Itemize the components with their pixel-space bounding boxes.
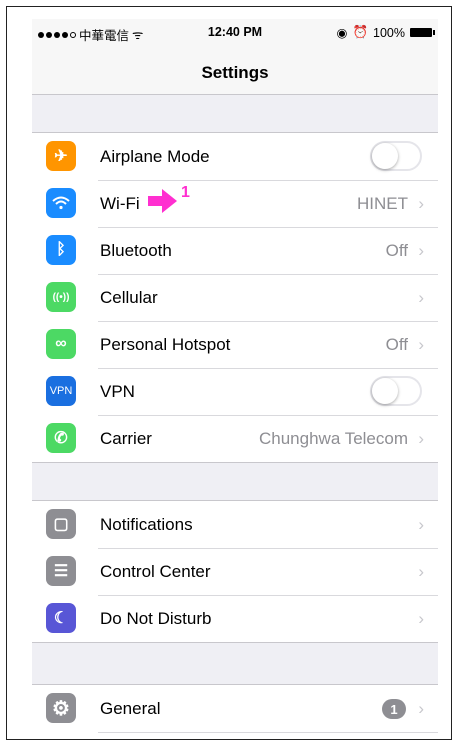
- screenshot-frame: 中華電信 ᯤ 12:40 PM ◉ ⏰ 100% Settings ✈ Airp…: [6, 6, 452, 740]
- chevron-right-icon: ›: [418, 194, 424, 213]
- wifi-network-value: HINET: [357, 194, 408, 213]
- row-label: Carrier: [100, 429, 152, 448]
- settings-row-vpn[interactable]: VPN VPN: [32, 368, 438, 415]
- settings-group-general: ⚙ General 1 ›: [32, 684, 438, 739]
- hotspot-icon: ∞: [46, 329, 76, 359]
- settings-row-wifi[interactable]: Wi-Fi 1 HINET ›: [32, 180, 438, 227]
- settings-row-general[interactable]: ⚙ General 1 ›: [32, 685, 438, 732]
- toggle-knob: [372, 143, 398, 169]
- row-label: General: [100, 699, 161, 718]
- bluetooth-icon: ᛒ: [46, 235, 76, 265]
- control-center-icon: ☰: [46, 556, 76, 586]
- chevron-right-icon: ›: [418, 609, 424, 628]
- settings-row-do-not-disturb[interactable]: ☾ Do Not Disturb ›: [32, 595, 438, 642]
- navigation-bar: Settings: [32, 45, 438, 95]
- airplane-icon: ✈: [46, 141, 76, 171]
- row-label: Notifications: [100, 515, 193, 534]
- moon-icon: ☾: [46, 603, 76, 633]
- toggle-knob: [372, 378, 398, 404]
- settings-group-system: ▢ Notifications › ☰ Control Center › ☾ D…: [32, 500, 438, 643]
- chevron-right-icon: ›: [418, 288, 424, 307]
- airplane-mode-toggle[interactable]: [370, 141, 422, 171]
- settings-row-control-center[interactable]: ☰ Control Center ›: [32, 548, 438, 595]
- phone-icon: ✆: [46, 423, 76, 453]
- settings-row-notifications[interactable]: ▢ Notifications ›: [32, 501, 438, 548]
- location-icon: ◉: [336, 26, 348, 40]
- chevron-right-icon: ›: [418, 241, 424, 260]
- wifi-glyph: [52, 196, 70, 210]
- settings-row-bluetooth[interactable]: ᛒ Bluetooth Off ›: [32, 227, 438, 274]
- alarm-icon: ⏰: [352, 25, 369, 39]
- annotation-marker: 1: [148, 184, 190, 214]
- row-label: Cellular: [100, 288, 158, 307]
- row-label: Do Not Disturb: [100, 609, 212, 628]
- phone-screen: 中華電信 ᯤ 12:40 PM ◉ ⏰ 100% Settings ✈ Airp…: [32, 19, 438, 739]
- settings-row-cellular[interactable]: ((•)) Cellular ›: [32, 274, 438, 321]
- chevron-right-icon: ›: [418, 429, 424, 448]
- battery-percent: 100%: [373, 25, 405, 40]
- row-label: Bluetooth: [100, 241, 172, 260]
- row-label: Control Center: [100, 562, 211, 581]
- chevron-right-icon: ›: [418, 515, 424, 534]
- cellular-icon: ((•)): [46, 282, 76, 312]
- chevron-right-icon: ›: [418, 699, 424, 718]
- gear-icon: ⚙: [46, 693, 76, 723]
- status-bar: 中華電信 ᯤ 12:40 PM ◉ ⏰ 100%: [32, 19, 438, 45]
- annotation-number: 1: [181, 184, 190, 201]
- vpn-toggle[interactable]: [370, 376, 422, 406]
- chevron-right-icon: ›: [418, 562, 424, 581]
- battery-icon: [410, 28, 435, 37]
- update-badge: 1: [382, 699, 406, 719]
- chevron-right-icon: ›: [418, 335, 424, 354]
- settings-row-airplane[interactable]: ✈ Airplane Mode: [32, 133, 438, 180]
- settings-row-partial[interactable]: [32, 732, 438, 739]
- page-title: Settings: [201, 63, 269, 82]
- row-label: VPN: [100, 382, 135, 401]
- magenta-arrow-icon: [148, 189, 177, 213]
- wifi-icon: [46, 188, 76, 218]
- notifications-icon: ▢: [46, 509, 76, 539]
- bluetooth-value: Off: [385, 241, 408, 260]
- vpn-icon: VPN: [46, 376, 76, 406]
- hotspot-value: Off: [385, 335, 408, 354]
- carrier-value: Chunghwa Telecom: [259, 429, 408, 448]
- settings-group-connectivity: ✈ Airplane Mode Wi-Fi 1 HINET › ᛒ Blueto…: [32, 132, 438, 463]
- settings-row-hotspot[interactable]: ∞ Personal Hotspot Off ›: [32, 321, 438, 368]
- row-label: Airplane Mode: [100, 147, 210, 166]
- status-right: ◉ ⏰ 100%: [336, 25, 435, 40]
- settings-row-carrier[interactable]: ✆ Carrier Chunghwa Telecom ›: [32, 415, 438, 462]
- row-label: Wi-Fi: [100, 194, 140, 213]
- row-label: Personal Hotspot: [100, 335, 231, 354]
